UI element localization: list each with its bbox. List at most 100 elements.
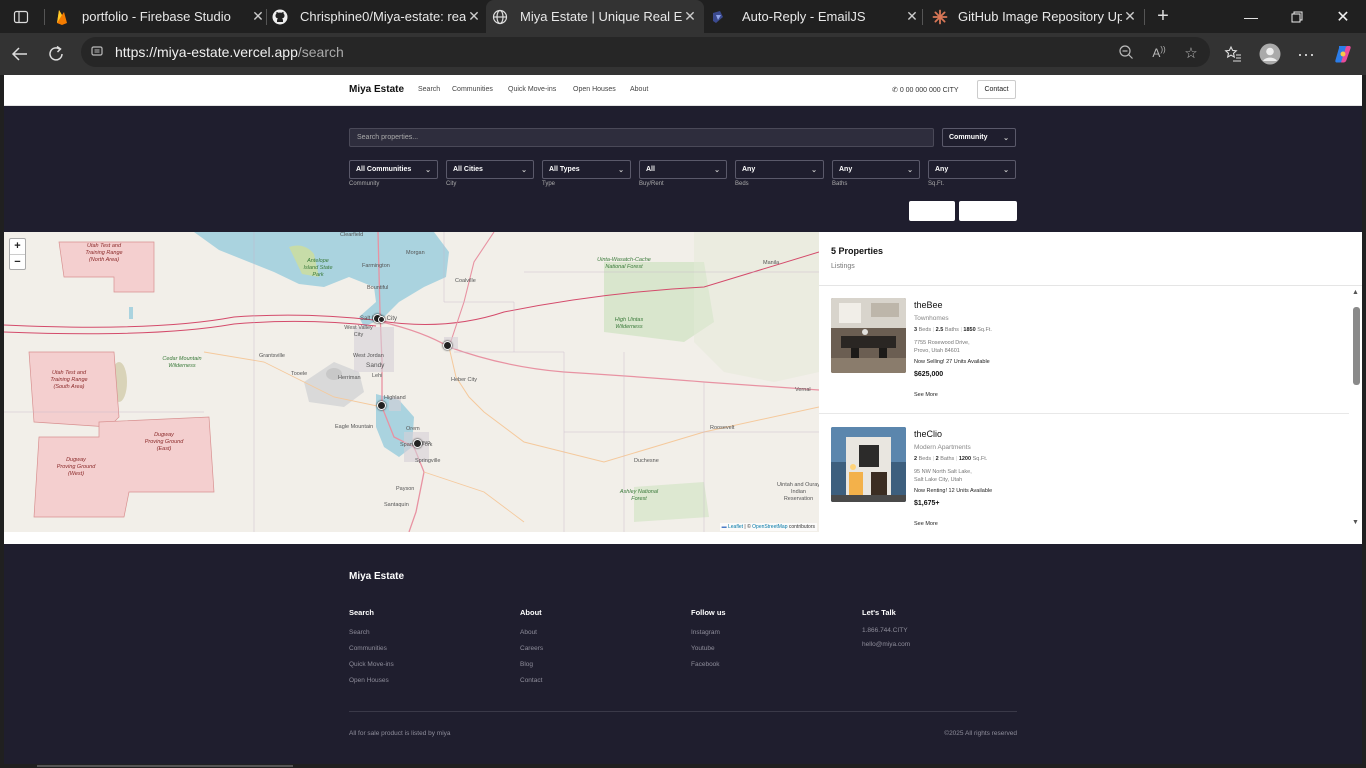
map-label: Orem	[406, 426, 420, 432]
property-photo[interactable]	[831, 298, 906, 373]
beds-value: 2	[914, 456, 918, 462]
listings-scrollbar[interactable]: ▲ ▼	[1350, 289, 1362, 529]
sidebar-toggle-icon[interactable]	[8, 4, 34, 30]
sort-select-value: Community	[949, 134, 988, 141]
beds-select[interactable]: Any ⌄	[735, 160, 824, 179]
chevron-down-icon: ⌄	[907, 167, 913, 174]
close-window-icon[interactable]: ✕	[1320, 0, 1366, 33]
select-value: Any	[839, 166, 853, 173]
buy-rent-select[interactable]: All ⌄	[639, 160, 727, 179]
map-label: High Uintas Wilderness	[614, 317, 644, 330]
scroll-up-arrow-icon[interactable]: ▲	[1352, 289, 1359, 296]
scrollbar-thumb[interactable]	[1353, 307, 1360, 385]
zoom-out-icon[interactable]	[1116, 44, 1136, 64]
map-label: Uintah and Ouray Indian Reservation	[776, 482, 819, 502]
footer-phone[interactable]: 1.866.744.CITY	[862, 627, 908, 634]
property-map-marker[interactable]	[413, 439, 422, 448]
footer-link[interactable]: Youtube	[691, 645, 715, 652]
search-input[interactable]: Search properties...	[349, 128, 934, 147]
close-tab-icon[interactable]: ✕	[682, 8, 698, 25]
footer-link[interactable]: Search	[349, 629, 370, 636]
select-value: All Types	[549, 166, 580, 173]
close-tab-icon[interactable]: ✕	[904, 8, 920, 25]
listings-subtitle: Listings	[831, 263, 855, 270]
community-select[interactable]: All Communities ⌄	[349, 160, 438, 179]
restore-icon[interactable]	[1274, 0, 1320, 33]
select-value: All Communities	[356, 166, 412, 173]
nav-communities[interactable]: Communities	[452, 86, 493, 93]
baths-select[interactable]: Any ⌄	[832, 160, 920, 179]
sort-select[interactable]: Community ⌄	[942, 128, 1016, 147]
reset-button[interactable]	[909, 201, 955, 221]
close-tab-icon[interactable]: ✕	[250, 8, 266, 25]
map[interactable]: + − Utah Test and Training Range (North …	[4, 232, 819, 532]
tab-claude[interactable]: GitHub Image Repository Upd ✕	[932, 0, 1138, 33]
favorite-star-icon[interactable]: ☆	[1181, 44, 1201, 64]
property-photo[interactable]	[831, 427, 906, 502]
property-price: $1,675+	[914, 500, 940, 507]
read-aloud-icon[interactable]: A))	[1149, 45, 1169, 65]
property-name[interactable]: theBee	[914, 300, 943, 310]
address-bar[interactable]: https://miya-estate.vercel.app/search A)…	[81, 37, 1210, 67]
property-map-marker[interactable]	[443, 341, 452, 350]
property-map-marker[interactable]	[378, 316, 385, 323]
search-button[interactable]	[959, 201, 1017, 221]
favorites-icon[interactable]	[1220, 41, 1246, 67]
nav-open-houses[interactable]: Open Houses	[573, 86, 616, 93]
contact-button[interactable]: Contact	[977, 80, 1016, 99]
footer-link[interactable]: About	[520, 629, 537, 636]
scrollbar-thumb[interactable]	[37, 765, 293, 767]
leaflet-link[interactable]: Leaflet	[728, 524, 743, 530]
new-tab-icon[interactable]: +	[1150, 3, 1176, 29]
footer-logo[interactable]: Miya Estate	[349, 571, 404, 582]
footer-link[interactable]: Quick Move-ins	[349, 661, 394, 668]
profile-avatar-icon[interactable]	[1257, 41, 1283, 67]
nav-search[interactable]: Search	[418, 86, 440, 93]
property-count: 5 Properties	[831, 246, 884, 256]
tab-firebase[interactable]: portfolio - Firebase Studio ✕	[52, 0, 266, 33]
more-menu-icon[interactable]: ···	[1293, 41, 1319, 67]
site-info-icon[interactable]	[91, 45, 105, 60]
property-address: 95 NW North Salt Lake, Salt Lake City, Ut…	[914, 468, 972, 484]
property-card[interactable]: theClio Modern Apartments 2 Beds | 2 Bat…	[819, 415, 1349, 543]
scroll-down-arrow-icon[interactable]: ▼	[1352, 519, 1359, 526]
footer-link[interactable]: Communities	[349, 645, 387, 652]
phone-number[interactable]: ✆ 0 00 000 000 CITY	[892, 86, 959, 94]
nav-quick-move-ins[interactable]: Quick Move-ins	[508, 86, 556, 93]
footer-link[interactable]: Contact	[520, 677, 542, 684]
tab-emailjs[interactable]: Auto-Reply - EmailJS ✕	[710, 0, 920, 33]
footer-link[interactable]: Instagram	[691, 629, 720, 636]
property-name[interactable]: theClio	[914, 429, 942, 439]
copilot-icon[interactable]	[1330, 41, 1356, 67]
zoom-in-button[interactable]: +	[10, 239, 25, 254]
back-arrow-icon[interactable]	[7, 41, 33, 67]
footer-email[interactable]: hello@miya.com	[862, 641, 910, 648]
map-label: Manila	[763, 260, 780, 266]
see-more-link[interactable]: See More	[914, 521, 938, 527]
property-map-marker[interactable]	[377, 401, 386, 410]
reload-icon[interactable]	[43, 41, 69, 67]
close-tab-icon[interactable]: ✕	[1122, 8, 1138, 25]
nav-about[interactable]: About	[630, 86, 648, 93]
footer-link[interactable]: Blog	[520, 661, 533, 668]
osm-link[interactable]: OpenStreetMap	[752, 524, 787, 530]
map-label: Highland	[384, 395, 406, 401]
property-card[interactable]: theBee Townhomes 3 Beds | 2.5 Baths | 18…	[819, 286, 1349, 414]
minimize-icon[interactable]: —	[1228, 0, 1274, 33]
footer-link[interactable]: Open Houses	[349, 677, 389, 684]
tab-miya-estate[interactable]: Miya Estate | Unique Real Esta ✕	[486, 0, 704, 33]
page-horizontal-scrollbar[interactable]	[0, 764, 1366, 768]
claude-icon	[932, 9, 948, 25]
close-tab-icon[interactable]: ✕	[466, 8, 482, 25]
see-more-link[interactable]: See More	[914, 392, 938, 398]
footer-link[interactable]: Facebook	[691, 661, 720, 668]
site-logo[interactable]: Miya Estate	[349, 84, 404, 95]
sqft-select[interactable]: Any ⌄	[928, 160, 1016, 179]
beds-unit: Beds	[918, 327, 932, 333]
zoom-out-button[interactable]: −	[10, 254, 25, 269]
city-select[interactable]: All Cities ⌄	[446, 160, 534, 179]
footer-link[interactable]: Careers	[520, 645, 543, 652]
map-label: Heber City	[451, 377, 477, 383]
tab-github[interactable]: Chrisphine0/Miya-estate: real ✕	[272, 0, 482, 33]
type-select[interactable]: All Types ⌄	[542, 160, 631, 179]
